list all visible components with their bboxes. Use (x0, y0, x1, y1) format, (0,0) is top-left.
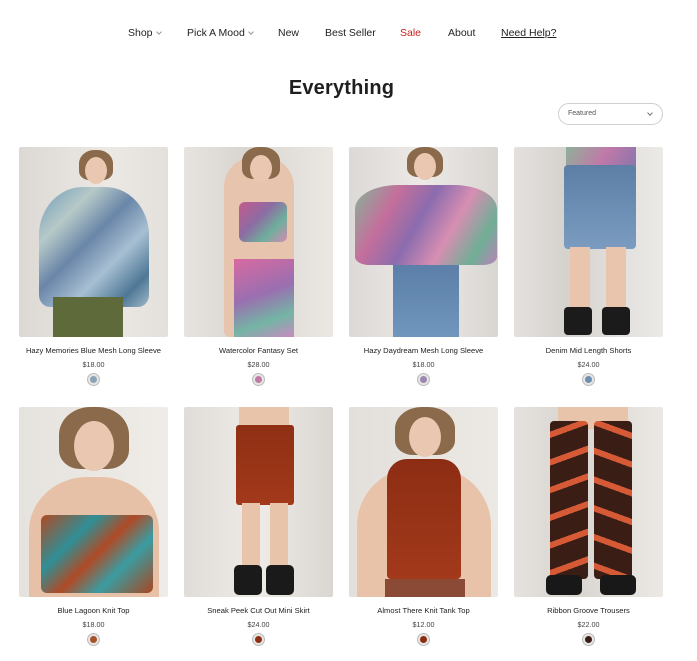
product-price: $18.00 (82, 620, 105, 629)
product-price: $18.00 (412, 360, 435, 369)
nav-pick-a-mood[interactable]: Pick A Mood (187, 27, 254, 39)
color-swatch[interactable] (252, 633, 265, 646)
color-swatch[interactable] (417, 633, 430, 646)
product-name[interactable]: Sneak Peek Cut Out Mini Skirt (184, 606, 333, 615)
product-name[interactable]: Hazy Memories Blue Mesh Long Sleeve (19, 346, 168, 355)
product-image[interactable] (514, 407, 663, 597)
sort-selected-value: Featured (568, 110, 597, 117)
product-image[interactable] (184, 147, 333, 337)
product-image[interactable] (19, 147, 168, 337)
color-swatch[interactable] (87, 633, 100, 646)
product-card: Almost There Knit Tank Top $12.00 (349, 407, 498, 646)
product-price: $22.00 (577, 620, 600, 629)
product-price: $24.00 (247, 620, 270, 629)
product-card: Hazy Daydream Mesh Long Sleeve $18.00 (349, 147, 498, 386)
color-swatch[interactable] (87, 373, 100, 386)
nav-sale[interactable]: Sale (400, 27, 421, 39)
product-image[interactable] (514, 147, 663, 337)
nav-need-help-label: Need Help? (501, 27, 557, 39)
product-image[interactable] (184, 407, 333, 597)
chevron-down-icon (247, 28, 254, 35)
nav-need-help[interactable]: Need Help? (501, 27, 556, 39)
product-name[interactable]: Hazy Daydream Mesh Long Sleeve (349, 346, 498, 355)
product-name[interactable]: Watercolor Fantasy Set (184, 346, 333, 355)
nav-shop-label: Shop (128, 27, 153, 39)
product-card: Ribbon Groove Trousers $22.00 (514, 407, 663, 646)
product-card: Hazy Memories Blue Mesh Long Sleeve $18.… (19, 147, 168, 386)
nav-best-seller-label: Best Seller (325, 27, 376, 39)
product-card: Denim Mid Length Shorts $24.00 (514, 147, 663, 386)
product-image[interactable] (349, 407, 498, 597)
chevron-down-icon (155, 28, 162, 35)
nav-pick-a-mood-label: Pick A Mood (187, 27, 245, 39)
product-price: $24.00 (577, 360, 600, 369)
product-name[interactable]: Blue Lagoon Knit Top (19, 606, 168, 615)
product-price: $12.00 (412, 620, 435, 629)
nav-new[interactable]: New (278, 27, 299, 39)
product-image[interactable] (19, 407, 168, 597)
color-swatch[interactable] (582, 373, 595, 386)
nav-best-seller[interactable]: Best Seller (325, 27, 376, 39)
product-image[interactable] (349, 147, 498, 337)
nav-about[interactable]: About (448, 27, 475, 39)
product-card: Watercolor Fantasy Set $28.00 (184, 147, 333, 386)
nav-sale-label: Sale (400, 27, 422, 39)
product-name[interactable]: Denim Mid Length Shorts (514, 346, 663, 355)
product-name[interactable]: Almost There Knit Tank Top (349, 606, 498, 615)
product-card: Blue Lagoon Knit Top $18.00 (19, 407, 168, 646)
product-price: $28.00 (247, 360, 270, 369)
chevron-down-icon (647, 110, 653, 116)
nav-about-label: About (448, 27, 476, 39)
product-card: Sneak Peek Cut Out Mini Skirt $24.00 (184, 407, 333, 646)
nav-shop[interactable]: Shop (128, 27, 162, 39)
color-swatch[interactable] (417, 373, 430, 386)
product-price: $18.00 (82, 360, 105, 369)
page-title: Everything (288, 77, 395, 99)
sort-select[interactable]: Featured (558, 103, 663, 125)
color-swatch[interactable] (582, 633, 595, 646)
color-swatch[interactable] (252, 373, 265, 386)
main-navigation: Shop Pick A Mood New Best Seller Sale Ab… (0, 27, 697, 43)
product-name[interactable]: Ribbon Groove Trousers (514, 606, 663, 615)
nav-new-label: New (278, 27, 300, 39)
